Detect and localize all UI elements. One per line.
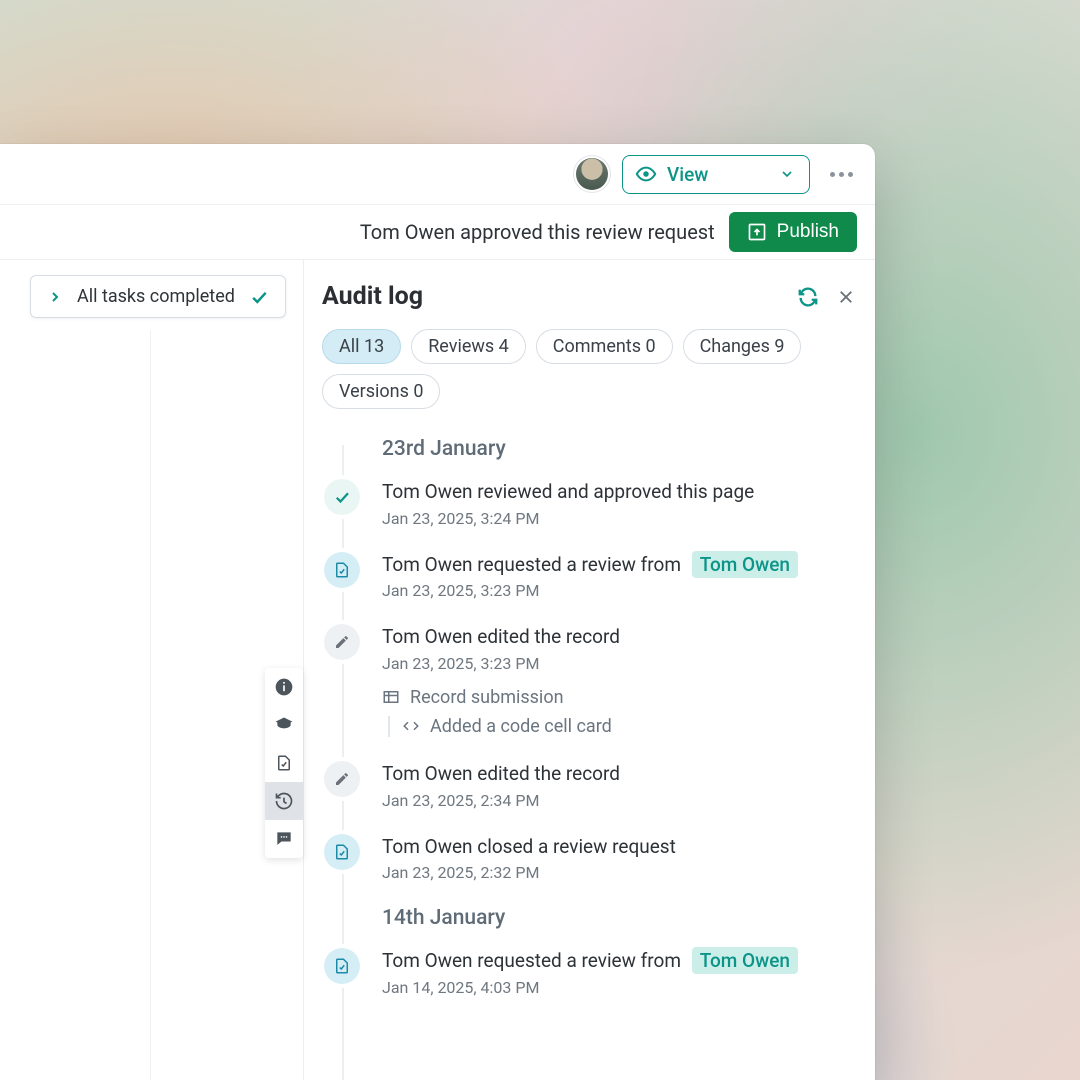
audit-entry[interactable]: Tom Owen requested a review from Tom Owe… [346, 552, 855, 601]
check-icon [249, 287, 269, 307]
date-heading: 14th January [382, 906, 855, 930]
view-mode-label: View [667, 163, 708, 186]
entry-title: Tom Owen edited the record [382, 761, 855, 787]
info-icon[interactable] [265, 668, 303, 706]
edit-node-icon [324, 624, 360, 660]
code-icon [402, 717, 420, 735]
entry-timestamp: Jan 23, 2025, 3:23 PM [382, 581, 855, 600]
learn-icon[interactable] [265, 706, 303, 744]
eye-icon [635, 163, 657, 185]
filter-chip-changes[interactable]: Changes 9 [683, 329, 802, 364]
tasks-summary-card[interactable]: All tasks completed [30, 275, 286, 318]
filter-chip-row: All 13 Reviews 4 Comments 0 Changes 9 Versio… [322, 329, 855, 409]
date-heading: 23rd January [382, 437, 855, 461]
side-tool-rail [265, 668, 303, 858]
entry-timestamp: Jan 23, 2025, 3:24 PM [382, 509, 855, 528]
doc-node-icon [324, 834, 360, 870]
history-icon[interactable] [265, 782, 303, 820]
audit-log-panel: Audit log All 13 Reviews 4 Comments 0 Chang… [304, 260, 875, 1080]
more-menu-button[interactable] [824, 166, 859, 183]
entry-title: Tom Owen closed a review request [382, 834, 855, 860]
entry-title: Tom Owen reviewed and approved this page [382, 479, 855, 505]
doc-node-icon [324, 552, 360, 588]
review-doc-icon[interactable] [265, 744, 303, 782]
panel-header: Audit log [322, 282, 855, 311]
entry-timestamp: Jan 23, 2025, 3:23 PM [382, 654, 855, 673]
close-panel-button[interactable] [837, 288, 855, 306]
doc-node-icon [324, 948, 360, 984]
review-status-text: Tom Owen approved this review request [360, 220, 715, 244]
entry-title: Tom Owen requested a review from Tom Owe… [382, 552, 855, 578]
chevron-right-icon [47, 289, 63, 305]
tasks-summary-label: All tasks completed [77, 286, 235, 307]
comments-icon[interactable] [265, 820, 303, 858]
user-mention[interactable]: Tom Owen [692, 947, 798, 974]
sub-detail: Added a code cell card [388, 716, 855, 737]
check-node-icon [324, 479, 360, 515]
review-status-bar: Tom Owen approved this review request Pu… [0, 205, 875, 260]
filter-chip-comments[interactable]: Comments 0 [536, 329, 673, 364]
refresh-button[interactable] [797, 286, 819, 308]
filter-chip-reviews[interactable]: Reviews 4 [411, 329, 526, 364]
titlebar: View [0, 144, 875, 205]
entry-timestamp: Jan 23, 2025, 2:32 PM [382, 863, 855, 882]
audit-entry[interactable]: Tom Owen requested a review from Tom Owe… [346, 948, 855, 997]
user-mention[interactable]: Tom Owen [692, 551, 798, 578]
publish-button[interactable]: Publish [729, 212, 857, 252]
app-window: View Tom Owen approved this review reque… [0, 144, 875, 1080]
user-avatar[interactable] [576, 158, 608, 190]
audit-entry[interactable]: Tom Owen closed a review request Jan 23, … [346, 834, 855, 883]
filter-chip-all[interactable]: All 13 [322, 329, 401, 364]
view-mode-dropdown[interactable]: View [622, 155, 810, 194]
audit-entry[interactable]: Tom Owen reviewed and approved this page… [346, 479, 855, 528]
table-icon [382, 688, 400, 706]
sub-section: Record submission [382, 687, 855, 708]
entry-title: Tom Owen requested a review from Tom Owe… [382, 948, 855, 974]
divider-line [150, 330, 151, 1080]
publish-button-label: Publish [777, 221, 839, 243]
audit-timeline: 23rd January Tom Owen reviewed and approv… [322, 437, 855, 1080]
panel-title: Audit log [322, 282, 423, 311]
chevron-down-icon [779, 166, 795, 182]
filter-chip-versions[interactable]: Versions 0 [322, 374, 440, 409]
left-column: All tasks completed [0, 260, 304, 1080]
entry-timestamp: Jan 14, 2025, 4:03 PM [382, 978, 855, 997]
publish-icon [747, 222, 767, 242]
edit-node-icon [324, 761, 360, 797]
audit-entry[interactable]: Tom Owen edited the record Jan 23, 2025, … [346, 761, 855, 810]
main-body: All tasks completed [0, 260, 875, 1080]
audit-entry[interactable]: Tom Owen edited the record Jan 23, 2025, … [346, 624, 855, 737]
entry-title: Tom Owen edited the record [382, 624, 855, 650]
entry-timestamp: Jan 23, 2025, 2:34 PM [382, 791, 855, 810]
